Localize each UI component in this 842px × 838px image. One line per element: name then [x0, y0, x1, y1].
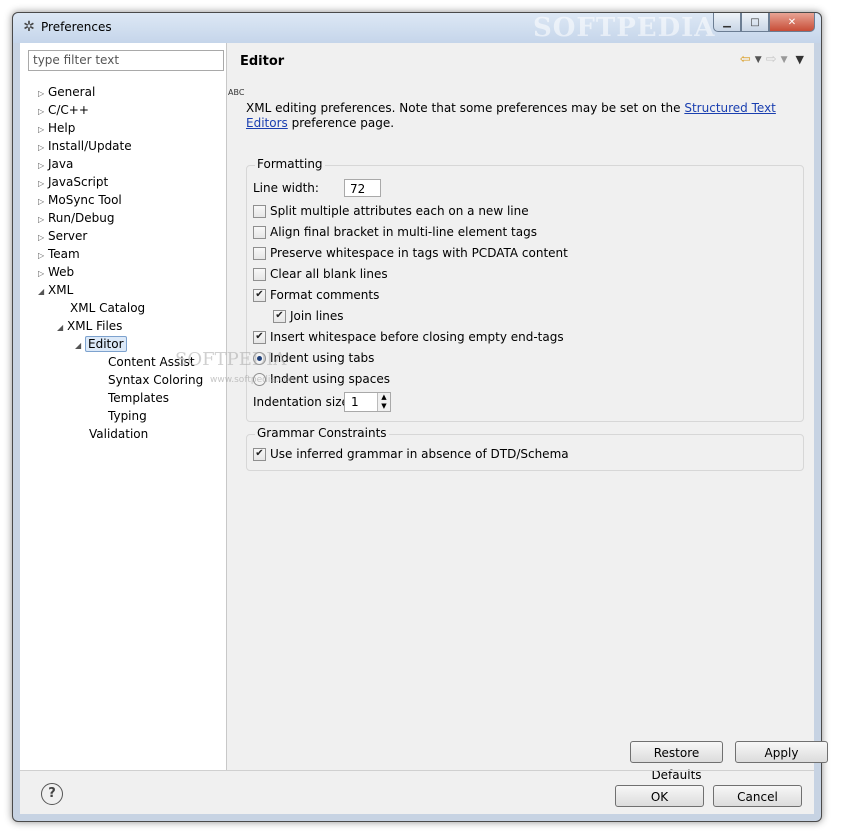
format-comments-checkbox[interactable]: ✔	[253, 288, 266, 302]
back-menu-chevron-icon[interactable]: ▼	[755, 52, 762, 68]
help-icon[interactable]: ?	[41, 783, 63, 805]
tree-item-cpp[interactable]: ▷ C/C++	[38, 101, 89, 119]
tree-item-install-update[interactable]: ▷ Install/Update	[38, 137, 132, 155]
collapse-icon[interactable]: ◢	[38, 283, 48, 301]
minimize-icon: ▁	[723, 16, 731, 28]
cancel-button[interactable]: Cancel	[713, 785, 802, 807]
dialog-client: type filter text ▷ General ▷ C/C++ ▷ Help ▷…	[20, 43, 828, 814]
watermark-url: www.softpedia.com	[210, 375, 298, 385]
format-comments-option[interactable]: ✔ Format comments	[253, 286, 379, 304]
back-icon[interactable]: ⇦	[740, 52, 751, 68]
page-description: XML editing preferences. Note that some …	[246, 101, 776, 130]
ok-button[interactable]: OK	[615, 785, 704, 807]
clear-blank-lines-checkbox[interactable]	[253, 267, 266, 281]
preserve-whitespace-checkbox[interactable]	[253, 246, 266, 260]
page-title: Editor	[240, 54, 285, 69]
tree-item-xml-catalog[interactable]: XML Catalog	[70, 299, 145, 317]
watermark: SOFTPEDIA	[175, 349, 287, 370]
collapse-icon[interactable]: ◢	[57, 319, 67, 337]
use-inferred-grammar-checkbox[interactable]: ✔	[253, 447, 266, 461]
line-width-label: Line width:	[253, 181, 319, 195]
page-navigation: ⇦ ▼ ⇨ ▼ ▼	[740, 52, 804, 68]
insert-whitespace-checkbox[interactable]: ✔	[253, 330, 266, 344]
minimize-button[interactable]: ▁	[713, 13, 741, 32]
tree-item-editor[interactable]: ◢ Editor	[75, 335, 127, 353]
filter-input[interactable]: type filter text	[28, 50, 224, 71]
indentation-size-label: Indentation size:	[253, 395, 353, 409]
close-button[interactable]: ✕	[769, 13, 815, 32]
use-inferred-grammar-option[interactable]: ✔ Use inferred grammar in absence of DTD/…	[253, 445, 569, 463]
tree-item-xml-files[interactable]: ◢ XML Files	[57, 317, 122, 335]
preserve-whitespace-option[interactable]: Preserve whitespace in tags with PCDATA …	[253, 244, 568, 262]
tree-item-templates[interactable]: Templates	[108, 389, 169, 407]
tree-item-general[interactable]: ▷ General	[38, 83, 95, 101]
spellcheck-icon: ABC	[228, 88, 245, 97]
tree-item-xml[interactable]: ◢ XML	[38, 281, 73, 299]
title-bar[interactable]: ✲ Preferences SOFTPEDIA ▁ □ ✕	[13, 13, 821, 43]
split-attributes-option[interactable]: Split multiple attributes each on a new …	[253, 202, 529, 220]
tree-item-typing[interactable]: Typing	[108, 407, 147, 425]
tree-item-validation[interactable]: Validation	[89, 425, 148, 443]
split-attributes-checkbox[interactable]	[253, 204, 266, 218]
tree-item-team[interactable]: ▷ Team	[38, 245, 80, 263]
forward-icon[interactable]: ⇨	[766, 52, 777, 68]
spin-down-icon[interactable]: ▼	[378, 402, 390, 411]
indentation-size-row: Indentation size: 1 ▲ ▼	[253, 392, 391, 412]
formatting-group-label: Formatting	[255, 157, 325, 171]
tree-item-syntax-coloring[interactable]: Syntax Coloring	[108, 371, 203, 389]
preferences-icon: ✲	[23, 19, 35, 35]
grammar-constraints-group: Grammar Constraints ✔ Use inferred gramma…	[246, 426, 804, 471]
preference-page: Editor ⇦ ▼ ⇨ ▼ ▼ ABC XML editing prefere…	[228, 43, 828, 782]
view-menu-icon[interactable]: ▼	[796, 52, 804, 68]
tree-item-javascript[interactable]: ▷ JavaScript	[38, 173, 108, 191]
tree-item-run-debug[interactable]: ▷ Run/Debug	[38, 209, 115, 227]
indentation-size-value[interactable]: 1	[345, 393, 377, 411]
spin-up-icon[interactable]: ▲	[378, 393, 390, 402]
close-icon: ✕	[787, 16, 797, 28]
line-width-field[interactable]: 72	[344, 179, 381, 197]
tree-item-mosync-tool[interactable]: ▷ MoSync Tool	[38, 191, 122, 209]
align-bracket-checkbox[interactable]	[253, 225, 266, 239]
insert-whitespace-option[interactable]: ✔ Insert whitespace before closing empty …	[253, 328, 564, 346]
preferences-window: ✲ Preferences SOFTPEDIA ▁ □ ✕ type filte…	[12, 12, 828, 822]
formatting-group: Formatting Line width: 72 Split multiple…	[246, 157, 804, 422]
join-lines-option[interactable]: ✔ Join lines	[273, 307, 344, 325]
line-width-row: Line width: 72	[253, 179, 381, 197]
join-lines-checkbox[interactable]: ✔	[273, 309, 286, 323]
footer-divider	[20, 770, 814, 771]
forward-menu-chevron-icon[interactable]: ▼	[781, 52, 788, 68]
collapse-icon[interactable]: ◢	[75, 337, 85, 355]
tree-item-java[interactable]: ▷ Java	[38, 155, 73, 173]
grammar-constraints-label: Grammar Constraints	[255, 426, 389, 440]
watermark-title: SOFTPEDIA	[533, 13, 716, 43]
tree-item-server[interactable]: ▷ Server	[38, 227, 87, 245]
indentation-size-spinner[interactable]: 1 ▲ ▼	[344, 392, 391, 412]
clear-blank-lines-option[interactable]: Clear all blank lines	[253, 265, 388, 283]
tree-item-web[interactable]: ▷ Web	[38, 263, 74, 281]
window-title: Preferences	[41, 20, 112, 34]
align-bracket-option[interactable]: Align final bracket in multi-line elemen…	[253, 223, 537, 241]
restore-defaults-button[interactable]: Restore Defaults	[630, 741, 723, 782]
apply-button[interactable]: Apply	[735, 741, 828, 763]
left-panel: type filter text ▷ General ▷ C/C++ ▷ Help ▷…	[20, 43, 227, 770]
maximize-button[interactable]: □	[741, 13, 769, 32]
maximize-icon: □	[750, 16, 760, 28]
tree-item-help[interactable]: ▷ Help	[38, 119, 75, 137]
